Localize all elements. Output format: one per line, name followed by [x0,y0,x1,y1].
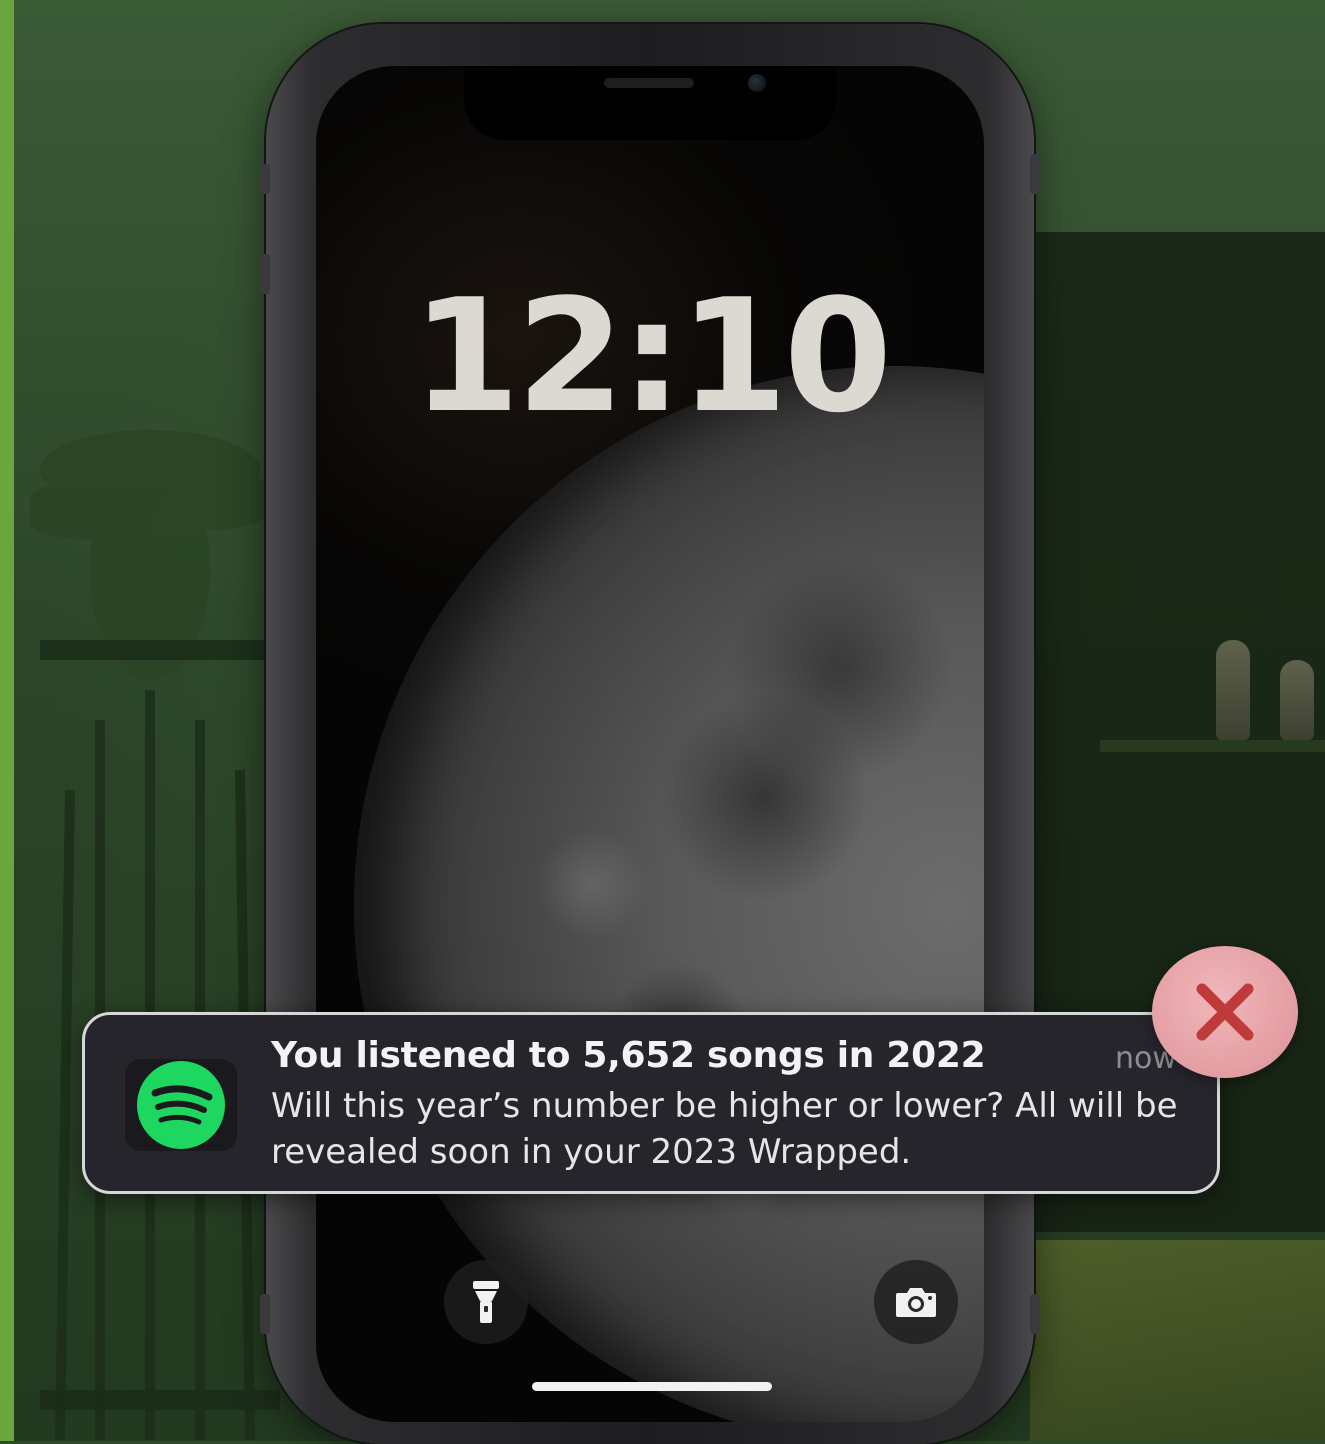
moon-wallpaper [354,366,984,1422]
flashlight-button[interactable] [444,1260,528,1344]
lock-screen-clock: 12:10 [411,265,893,447]
flashlight-icon [473,1281,499,1323]
notification-title: You listened to 5,652 songs in 2022 [271,1035,986,1076]
phone-side-button [1030,1294,1040,1334]
app-icon-container [125,1059,237,1151]
notch [464,66,836,140]
close-icon [1196,983,1254,1041]
background-vase [1216,640,1250,740]
background-floor [1030,1240,1325,1441]
home-indicator[interactable] [532,1382,772,1391]
background-plant [30,430,280,1440]
background-ledge [1100,740,1325,752]
camera-icon [896,1288,936,1317]
phone-side-button [260,164,270,194]
notification-body: Will this year’s number be higher or low… [271,1086,1178,1172]
phone-side-button [260,254,270,294]
camera-button[interactable] [874,1260,958,1344]
lock-screen: 12:10 [316,66,984,1422]
phone-side-button [1030,154,1040,194]
left-accent-strip [0,0,14,1441]
spotify-notification[interactable]: You listened to 5,652 songs in 2022 now … [82,1012,1220,1194]
phone-side-button [260,1294,270,1334]
phone-frame: 12:10 [260,24,1040,1444]
spotify-icon [137,1061,225,1149]
close-button[interactable] [1152,946,1298,1078]
front-camera [748,74,766,92]
background-vase [1280,660,1314,740]
speaker-grille [604,78,694,88]
